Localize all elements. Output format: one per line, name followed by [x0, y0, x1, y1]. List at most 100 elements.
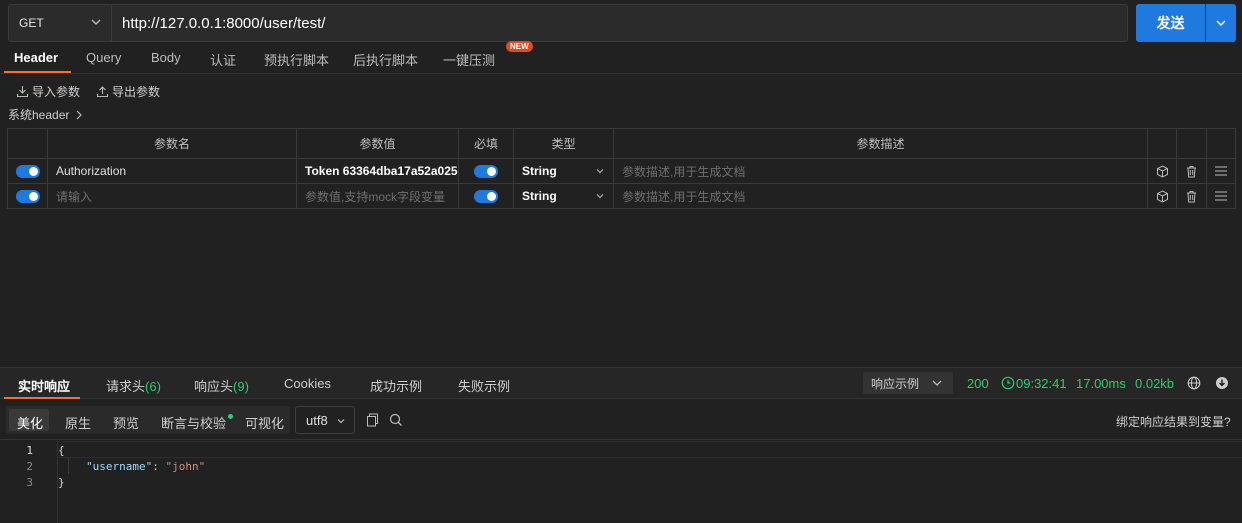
table-header-row: 参数名 参数值 必填 类型 参数描述 — [7, 128, 1236, 159]
mock-button[interactable] — [1147, 183, 1177, 209]
search-icon[interactable] — [389, 413, 403, 427]
system-header-label: 系统header — [8, 108, 70, 122]
json-value: "john" — [165, 460, 206, 473]
import-params-button[interactable]: 导入参数 — [16, 83, 80, 100]
export-label: 导出参数 — [112, 85, 161, 99]
param-description-input[interactable]: 参数描述,用于生成文档 — [613, 158, 1148, 184]
response-example-dropdown[interactable]: 响应示例 — [863, 372, 953, 394]
column-header-required: 必填 — [458, 128, 514, 159]
required-toggle[interactable] — [474, 190, 498, 204]
type-label: String — [522, 164, 557, 178]
tab-cookies[interactable]: Cookies — [284, 376, 331, 391]
chevron-down-icon — [91, 19, 101, 25]
response-size: 0.02kb — [1135, 376, 1175, 391]
tab-live-response[interactable]: 实时响应 — [18, 376, 70, 395]
encoding-label: utf8 — [306, 412, 328, 428]
chevron-down-icon — [596, 194, 604, 199]
view-raw[interactable]: 原生 — [65, 413, 91, 432]
menu-icon — [1215, 191, 1227, 201]
enable-toggle[interactable] — [15, 190, 40, 204]
tab-request-headers[interactable]: 请求头(6) — [106, 376, 161, 395]
tab-post-script[interactable]: 后执行脚本 — [353, 50, 418, 69]
delete-button[interactable] — [1176, 158, 1207, 184]
send-dropdown-button[interactable] — [1206, 4, 1236, 42]
column-action-header — [1147, 128, 1177, 159]
tab-failure-example[interactable]: 失败示例 — [458, 376, 510, 395]
required-cell — [458, 158, 514, 184]
current-line-highlight — [58, 441, 1242, 458]
chevron-down-icon — [1216, 20, 1226, 27]
count-badge: (9) — [233, 379, 249, 394]
globe-icon[interactable] — [1187, 376, 1201, 390]
param-value-input[interactable]: Token 63364dba17a52a0257c2 — [296, 158, 459, 184]
download-icon[interactable] — [1215, 376, 1229, 390]
trash-icon — [1187, 165, 1196, 177]
type-label: String — [522, 189, 557, 203]
required-cell — [458, 183, 514, 209]
chevron-down-icon — [337, 419, 345, 424]
column-action-header — [1176, 128, 1207, 159]
system-header-toggle[interactable]: 系统header — [8, 106, 83, 123]
count-badge: (6) — [145, 379, 161, 394]
tab-label: 响应头 — [194, 379, 234, 394]
new-badge: NEW — [506, 41, 533, 52]
tab-auth[interactable]: 认证 — [210, 50, 236, 69]
required-toggle[interactable] — [474, 165, 498, 179]
tab-header[interactable]: Header — [14, 50, 58, 65]
param-description-input[interactable]: 参数描述,用于生成文档 — [613, 183, 1148, 209]
encoding-select[interactable]: utf8 — [295, 406, 355, 434]
cube-icon — [1156, 164, 1168, 178]
mock-button[interactable] — [1147, 158, 1177, 184]
import-label: 导入参数 — [32, 85, 81, 99]
json-key: "username" — [86, 460, 153, 473]
drag-handle[interactable] — [1206, 158, 1236, 184]
active-tab-indicator — [4, 397, 80, 399]
chevron-down-icon — [932, 380, 942, 386]
chevron-right-icon — [76, 110, 83, 119]
copy-icon[interactable] — [366, 413, 379, 427]
param-name-input[interactable]: 请输入 — [47, 183, 297, 209]
params-table: 参数名 参数值 必填 类型 参数描述 Authorization Token 6… — [7, 128, 1236, 209]
active-tab-indicator — [4, 71, 71, 73]
table-row: 请输入 参数值,支持mock字段变量 String 参数描述,用于生成文档 — [7, 183, 1236, 209]
type-select[interactable]: String — [513, 158, 614, 184]
type-select[interactable]: String — [513, 183, 614, 209]
status-dot — [228, 414, 233, 419]
menu-icon — [1215, 166, 1227, 176]
send-button[interactable]: 发送 — [1136, 4, 1205, 42]
export-params-button[interactable]: 导出参数 — [96, 83, 160, 100]
code-line: } — [58, 476, 65, 489]
response-duration: 17.00ms — [1076, 376, 1126, 391]
view-assertions[interactable]: 断言与校验 — [161, 413, 226, 432]
tab-pre-script[interactable]: 预执行脚本 — [264, 50, 329, 69]
column-header-description: 参数描述 — [613, 128, 1148, 159]
tab-query[interactable]: Query — [86, 50, 121, 65]
bind-response-variable-link[interactable]: 绑定响应结果到变量? — [1116, 413, 1231, 430]
view-preview[interactable]: 预览 — [113, 413, 139, 432]
url-input[interactable]: http://127.0.0.1:8000/user/test/ — [112, 4, 1128, 42]
param-value-input[interactable]: 参数值,支持mock字段变量 — [296, 183, 459, 209]
column-header-value: 参数值 — [296, 128, 459, 159]
cube-icon — [1156, 189, 1168, 203]
url-text: http://127.0.0.1:8000/user/test/ — [122, 14, 326, 32]
method-select[interactable]: GET — [8, 4, 112, 42]
drag-handle[interactable] — [1206, 183, 1236, 209]
enable-cell — [7, 158, 48, 184]
param-name-input[interactable]: Authorization — [47, 158, 297, 184]
tab-response-headers[interactable]: 响应头(9) — [194, 376, 249, 395]
delete-button[interactable] — [1176, 183, 1207, 209]
tab-label: 请求头 — [106, 379, 146, 394]
response-view-bar: 美化 原生 预览 断言与校验 可视化 绑定响应结果到变量? — [0, 400, 1242, 440]
example-label: 响应示例 — [871, 376, 920, 391]
json-separator: : — [152, 460, 166, 473]
code-line: { — [58, 444, 65, 457]
enable-toggle[interactable] — [15, 165, 40, 179]
response-body-editor[interactable]: 1 2 3 { "username": "john" } — [0, 441, 1242, 523]
tab-stress-test[interactable]: 一键压测 — [443, 50, 495, 69]
response-time-of-day: 09:32:41 — [1016, 376, 1067, 391]
tab-body[interactable]: Body — [151, 50, 181, 65]
view-beautify[interactable]: 美化 — [17, 413, 43, 432]
tab-success-example[interactable]: 成功示例 — [370, 376, 422, 395]
table-row: Authorization Token 63364dba17a52a0257c2… — [7, 158, 1236, 184]
view-visualize[interactable]: 可视化 — [245, 413, 284, 432]
